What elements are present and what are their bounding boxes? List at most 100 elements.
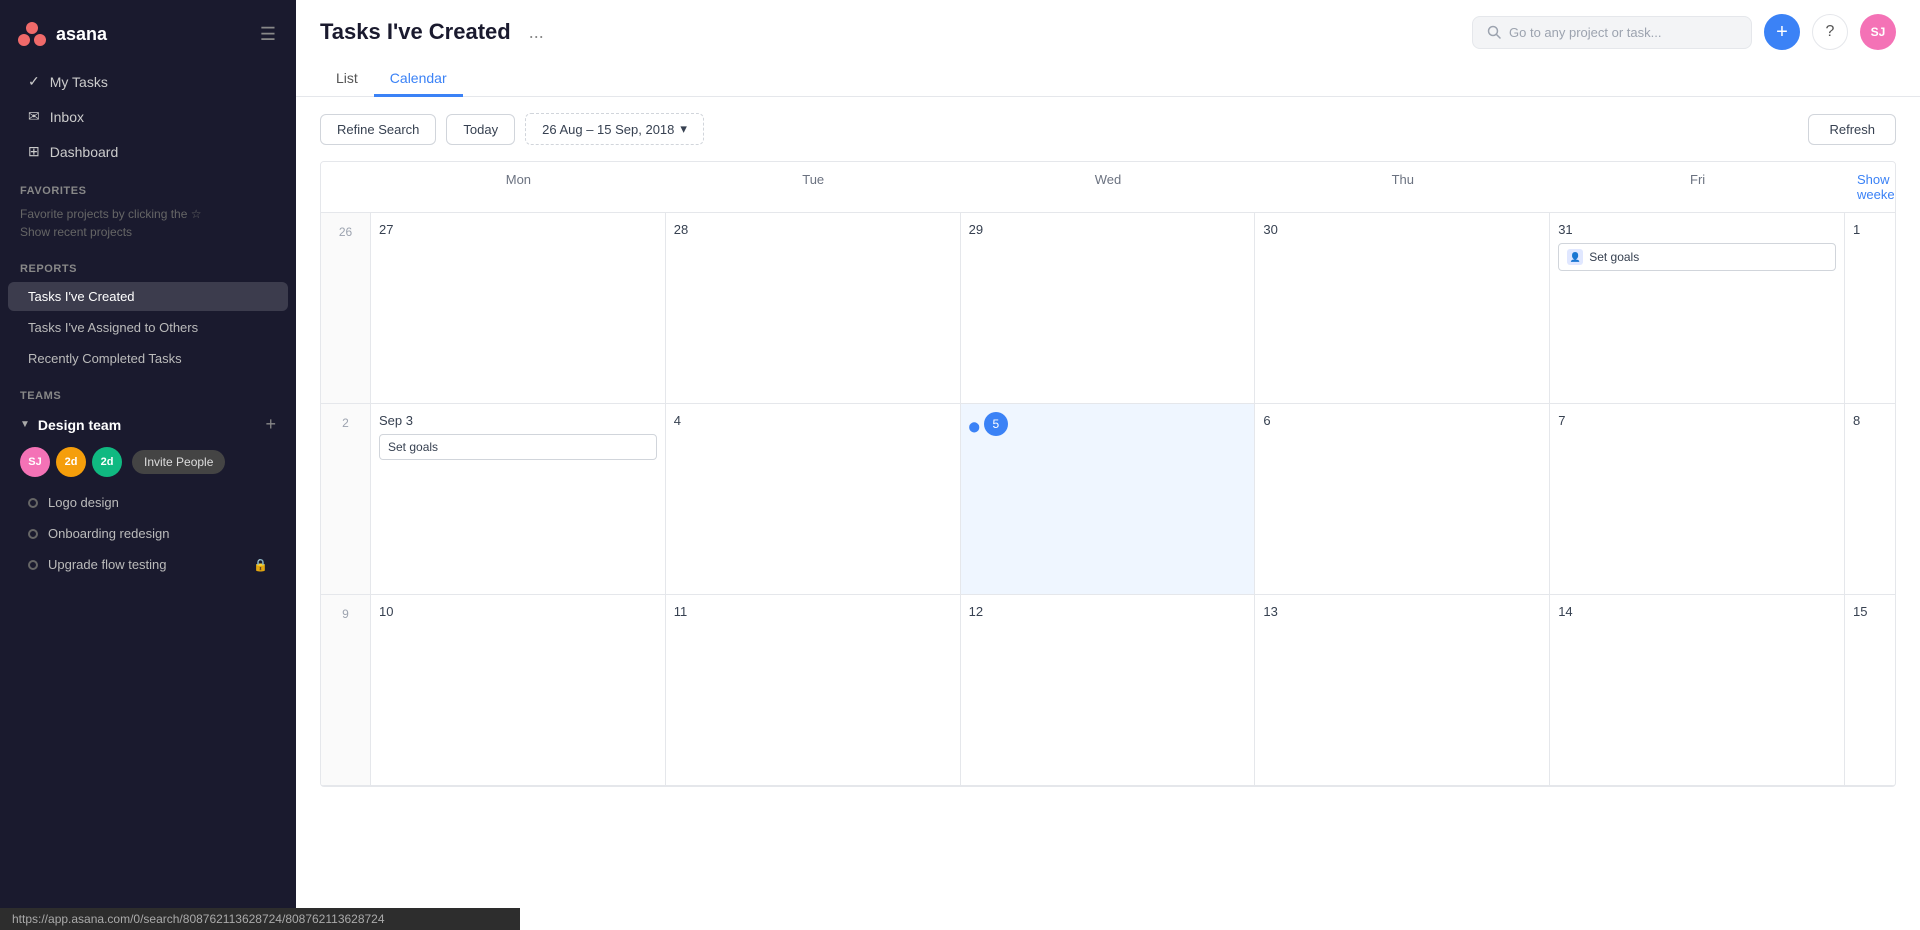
sidebar-header: asana ☰ [0,0,296,64]
day-cell-sep7[interactable]: 7 [1550,404,1845,594]
project-dot-icon [28,529,38,539]
calendar-container: Mon Tue Wed Thu Fri Show weekends 26 27 … [296,161,1920,930]
team-header-left: ▼ Design team [20,417,121,433]
add-button[interactable]: + [1764,14,1800,50]
today-marker: ⬤ [969,422,980,433]
today-indicator: ⬤ 5 [969,412,1247,442]
task-label: Set goals [1589,250,1639,264]
day-cell-sep11[interactable]: 11 [666,595,961,785]
project-item-upgrade-flow[interactable]: Upgrade flow testing 🔒 [8,550,288,579]
day-cell-sep4[interactable]: 4 [666,404,961,594]
calendar-header-row: Mon Tue Wed Thu Fri Show weekends [321,162,1895,213]
day-number-sep11: 11 [674,604,688,619]
week-label-2: 2 [321,404,371,594]
sidebar-item-dashboard[interactable]: ⊞ Dashboard [8,135,288,168]
task-set-goals-sep[interactable]: Set goals [379,434,657,460]
search-icon [1487,25,1501,39]
day-number-sep4: 4 [674,413,681,428]
lock-icon: 🔒 [253,558,268,572]
fri-header: Fri [1550,162,1845,212]
tab-list[interactable]: List [320,62,374,97]
day-cell-sep14[interactable]: 14 [1550,595,1845,785]
day-cell-aug31[interactable]: 31 👤 Set goals [1550,213,1845,403]
design-team-header[interactable]: ▼ Design team + [0,408,296,441]
day-number-28: 28 [674,222,688,237]
main-content: Tasks I've Created ... Go to any project… [296,0,1920,930]
dashboard-icon: ⊞ [28,143,40,160]
chevron-down-icon: ▾ [680,121,687,137]
reports-section-label: Reports [0,247,296,281]
date-range-button[interactable]: 26 Aug – 15 Sep, 2018 ▾ [525,113,704,145]
add-team-member-button[interactable]: + [265,414,276,435]
day-cell-sep15[interactable]: 15 [1845,595,1895,785]
sidebar-item-inbox[interactable]: ✉ Inbox [8,100,288,133]
week-label-9: 9 [321,595,371,785]
avatar-sj[interactable]: SJ [20,447,50,477]
view-tabs: List Calendar [296,50,1920,97]
show-weekends-link[interactable]: Show weekends [1845,162,1895,212]
task-set-goals-aug31[interactable]: 👤 Set goals [1558,243,1836,271]
day-cell-sep10[interactable]: 10 [371,595,666,785]
project-item-logo-design[interactable]: Logo design [8,488,288,517]
day-cell-sep3[interactable]: Sep 3 Set goals [371,404,666,594]
day-cell-aug30[interactable]: 30 [1255,213,1550,403]
tab-calendar[interactable]: Calendar [374,62,463,97]
tue-header: Tue [666,162,961,212]
day-cell-aug27[interactable]: 27 [371,213,666,403]
day-cell-aug29[interactable]: 29 [961,213,1256,403]
date-range-text: 26 Aug – 15 Sep, 2018 [542,122,674,137]
sidebar-item-tasks-assigned[interactable]: Tasks I've Assigned to Others [8,313,288,342]
mon-header: Mon [371,162,666,212]
day-number-30: 30 [1263,222,1277,237]
user-avatar[interactable]: SJ [1860,14,1896,50]
asana-logo[interactable]: asana [16,18,107,50]
help-button[interactable]: ? [1812,14,1848,50]
search-bar[interactable]: Go to any project or task... [1472,16,1752,49]
day-number-sep10: 10 [379,604,393,619]
calendar-toolbar: Refine Search Today 26 Aug – 15 Sep, 201… [296,97,1920,161]
sidebar-collapse-button[interactable]: ☰ [256,20,280,49]
inbox-icon: ✉ [28,108,40,125]
teams-section-label: Teams [0,374,296,408]
more-options-button[interactable]: ... [523,20,550,45]
avatar-2d-1[interactable]: 2d [56,447,86,477]
day-cell-sep6[interactable]: 6 [1255,404,1550,594]
refresh-button[interactable]: Refresh [1808,114,1896,145]
wed-header: Wed [961,162,1256,212]
sidebar-item-my-tasks[interactable]: ✓ My Tasks [8,65,288,98]
day-cell-sep5[interactable]: ⬤ 5 [961,404,1256,594]
refine-search-button[interactable]: Refine Search [320,114,436,145]
sidebar-item-tasks-created[interactable]: Tasks I've Created [8,282,288,311]
day-cell-sep1[interactable]: 1 [1845,213,1895,403]
sidebar-item-recently-completed[interactable]: Recently Completed Tasks [8,344,288,373]
show-recent-projects-link[interactable]: Show recent projects [0,223,296,247]
day-cell-aug28[interactable]: 28 [666,213,961,403]
avatar-2d-2[interactable]: 2d [92,447,122,477]
team-members-row: SJ 2d 2d Invite People [0,441,296,487]
day-cell-sep12[interactable]: 12 [961,595,1256,785]
day-number-sep7: 7 [1558,413,1565,428]
day-number-sep14: 14 [1558,604,1572,619]
today-button[interactable]: Today [446,114,515,145]
calendar-week-row-3: 9 10 11 12 13 14 15 [321,595,1895,786]
day-cell-sep13[interactable]: 13 [1255,595,1550,785]
day-cell-sep8[interactable]: 8 [1845,404,1895,594]
project-dot-icon [28,498,38,508]
favorites-section-label: Favorites [0,169,296,203]
day-number-27: 27 [379,222,393,237]
logo-text: asana [56,24,107,45]
day-number-sep12: 12 [969,604,983,619]
team-chevron-icon: ▼ [20,419,30,430]
task-label-multi: Set goals [388,440,438,454]
thu-header: Thu [1255,162,1550,212]
calendar-grid: Mon Tue Wed Thu Fri Show weekends 26 27 … [320,161,1896,787]
project-item-onboarding[interactable]: Onboarding redesign [8,519,288,548]
topbar-right: Go to any project or task... + ? SJ [1472,14,1896,50]
status-bar: https://app.asana.com/0/search/808762113… [0,908,520,930]
day-number-sep5: 5 [984,412,1008,436]
calendar-week-row-2: 2 Sep 3 Set goals 4 ⬤ 5 6 [321,404,1895,595]
search-placeholder: Go to any project or task... [1509,25,1661,40]
invite-people-button[interactable]: Invite People [132,450,225,474]
week-col-header [321,162,371,212]
status-url: https://app.asana.com/0/search/808762113… [12,912,385,926]
